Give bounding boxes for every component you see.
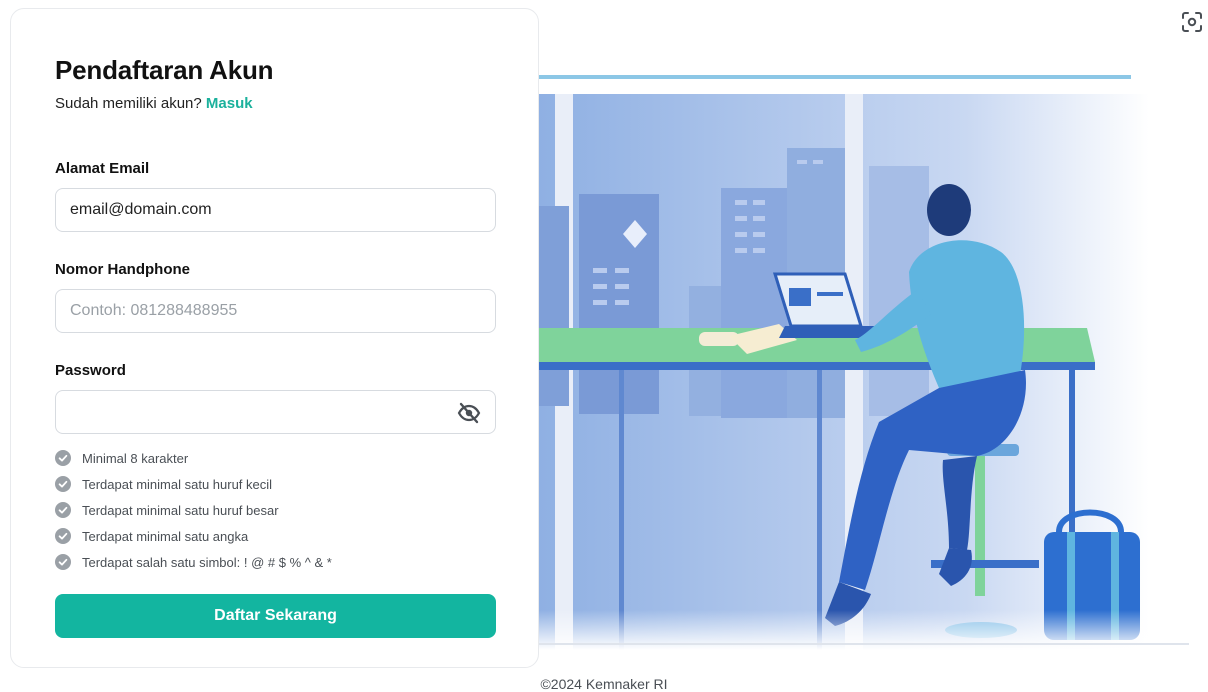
login-link[interactable]: Masuk — [206, 95, 253, 112]
rule-text: Minimal 8 karakter — [82, 450, 189, 466]
email-label: Alamat Email — [55, 160, 150, 177]
rule-text: Terdapat minimal satu huruf kecil — [82, 476, 273, 492]
rule-item: Terdapat salah satu simbol: ! @ # $ % ^ … — [55, 549, 332, 575]
check-circle-icon — [55, 528, 71, 544]
registration-page: Pendaftaran Akun Sudah memiliki akun? Ma… — [0, 0, 1208, 692]
submit-button[interactable]: Daftar Sekarang — [55, 594, 496, 638]
footer-copyright: ©2024 Kemnaker RI — [540, 676, 668, 692]
password-field-box — [55, 390, 496, 434]
registration-card: Pendaftaran Akun Sudah memiliki akun? Ma… — [10, 8, 539, 668]
rule-text: Terdapat salah satu simbol: ! @ # $ % ^ … — [82, 554, 332, 570]
login-prompt-text: Sudah memiliki akun? — [55, 95, 202, 112]
email-field-box — [55, 188, 496, 232]
phone-label: Nomor Handphone — [55, 261, 190, 278]
rule-item: Minimal 8 karakter — [55, 445, 332, 471]
email-field[interactable] — [56, 189, 495, 231]
check-circle-icon — [55, 554, 71, 570]
hero-illustration — [539, 70, 1199, 650]
check-circle-icon — [55, 502, 71, 518]
password-label: Password — [55, 362, 126, 379]
phone-field-box — [55, 289, 496, 333]
rule-text: Terdapat minimal satu huruf besar — [82, 502, 279, 518]
rule-item: Terdapat minimal satu angka — [55, 523, 332, 549]
phone-field[interactable] — [56, 290, 495, 332]
rule-text: Terdapat minimal satu angka — [82, 528, 249, 544]
scan-icon[interactable] — [1180, 10, 1204, 34]
password-rules: Minimal 8 karakter Terdapat minimal satu… — [55, 445, 332, 575]
page-title: Pendaftaran Akun — [55, 55, 274, 85]
eye-off-icon[interactable] — [457, 402, 481, 424]
password-field[interactable] — [56, 391, 495, 433]
rule-item: Terdapat minimal satu huruf kecil — [55, 471, 332, 497]
rule-item: Terdapat minimal satu huruf besar — [55, 497, 332, 523]
check-circle-icon — [55, 450, 71, 466]
check-circle-icon — [55, 476, 71, 492]
login-prompt: Sudah memiliki akun? Masuk — [55, 95, 253, 112]
